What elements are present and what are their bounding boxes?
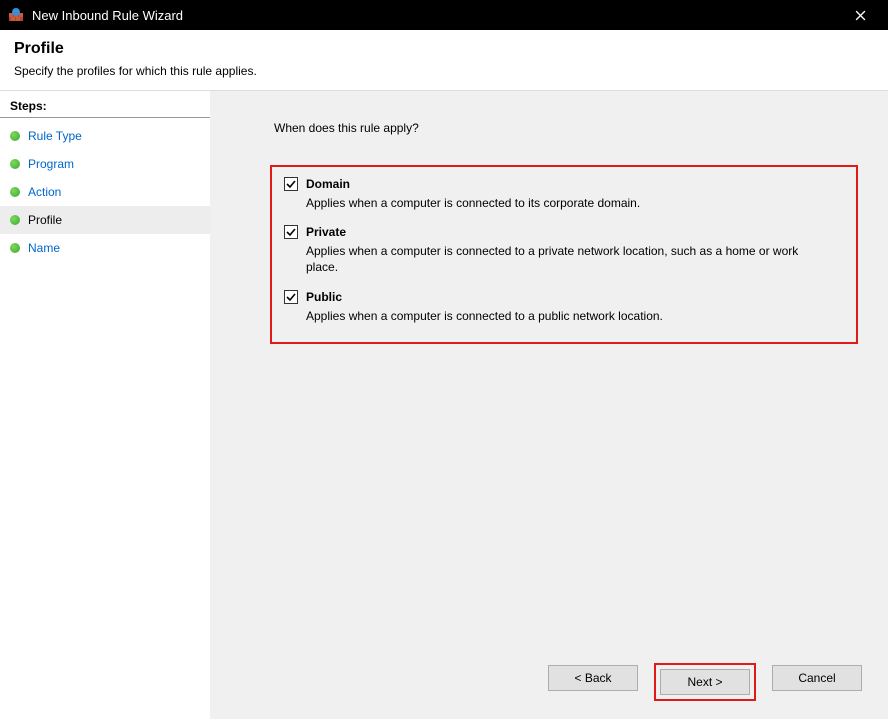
question-text: When does this rule apply? [274,121,858,135]
option-label: Public [306,290,342,304]
steps-heading: Steps: [0,97,210,118]
step-label: Rule Type [28,129,82,143]
step-action[interactable]: Action [0,178,210,206]
step-rule-type[interactable]: Rule Type [0,122,210,150]
page-title: Profile [14,40,874,58]
option-description: Applies when a computer is connected to … [306,243,826,275]
step-name[interactable]: Name [0,234,210,262]
option-domain: Domain Applies when a computer is connec… [284,177,844,211]
cancel-button[interactable]: Cancel [772,665,862,691]
step-program[interactable]: Program [0,150,210,178]
option-description: Applies when a computer is connected to … [306,308,826,324]
firewall-icon [8,7,24,23]
step-label: Profile [28,213,62,227]
option-description: Applies when a computer is connected to … [306,195,826,211]
checkbox-private[interactable] [284,225,298,239]
next-button[interactable]: Next > [660,669,750,695]
main-panel: When does this rule apply? Domain Applie… [210,91,888,719]
step-label: Action [28,185,61,199]
option-public: Public Applies when a computer is connec… [284,290,844,324]
checkbox-public[interactable] [284,290,298,304]
step-label: Name [28,241,60,255]
bullet-icon [10,131,20,141]
bullet-icon [10,159,20,169]
back-button[interactable]: < Back [548,665,638,691]
window-title: New Inbound Rule Wizard [32,8,840,23]
bullet-icon [10,243,20,253]
bullet-icon [10,187,20,197]
wizard-header: Profile Specify the profiles for which t… [0,30,888,91]
next-button-highlight: Next > [654,663,756,701]
step-profile[interactable]: Profile [0,206,210,234]
close-icon[interactable] [840,0,880,30]
option-label: Domain [306,177,350,191]
option-label: Private [306,225,346,239]
option-private: Private Applies when a computer is conne… [284,225,844,275]
page-subtitle: Specify the profiles for which this rule… [14,64,874,78]
wizard-footer: < Back Next > Cancel [546,663,864,701]
checkbox-domain[interactable] [284,177,298,191]
bullet-icon [10,215,20,225]
steps-sidebar: Steps: Rule Type Program Action Profile … [0,91,210,719]
titlebar: New Inbound Rule Wizard [0,0,888,30]
profile-options-highlight: Domain Applies when a computer is connec… [270,165,858,344]
step-label: Program [28,157,74,171]
